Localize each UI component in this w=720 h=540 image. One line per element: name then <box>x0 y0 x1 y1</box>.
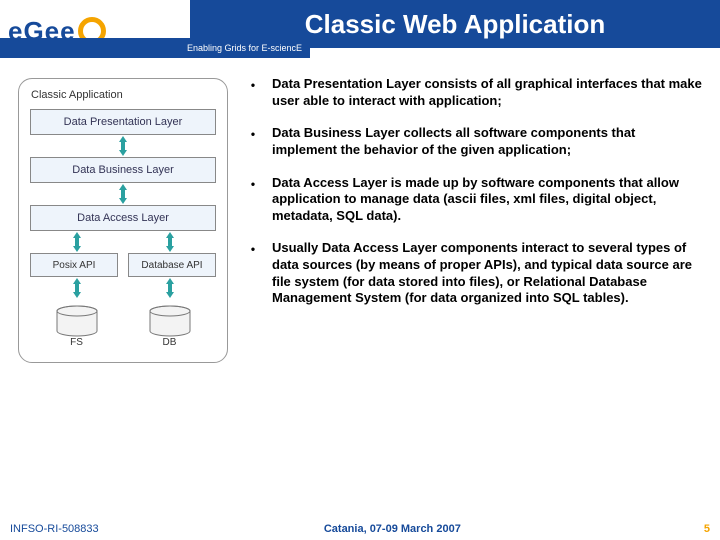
content-area: Classic Application Data Presentation La… <box>0 68 720 514</box>
bullet-text: Data Presentation Layer consists of all … <box>272 76 702 109</box>
list-item: • Usually Data Access Layer components in… <box>248 240 702 307</box>
list-item: • Data Presentation Layer consists of all… <box>248 76 702 109</box>
diagram-title: Classic Application <box>31 89 217 101</box>
footer-left: INFSO-RI-508833 <box>10 523 99 535</box>
datastore-row: FS DB <box>30 305 216 348</box>
footer-center: Catania, 07-09 March 2007 <box>324 523 461 535</box>
list-item: • Data Access Layer is made up by softwar… <box>248 175 702 225</box>
bullet-text: Usually Data Access Layer components int… <box>272 240 702 307</box>
tagline: Enabling Grids for E-sciencE <box>0 38 310 58</box>
layer-access: Data Access Layer <box>30 205 216 231</box>
bullet-icon: • <box>248 242 258 257</box>
api-row: Posix API Database API <box>30 253 216 277</box>
footer-bar: INFSO-RI-508833 Catania, 07-09 March 200… <box>0 518 720 540</box>
page-number: 5 <box>686 523 710 535</box>
list-item: • Data Business Layer collects all softwa… <box>248 125 702 158</box>
bullet-list: • Data Presentation Layer consists of all… <box>248 76 702 307</box>
db-cylinder: DB <box>147 305 193 348</box>
diagram-column: Classic Application Data Presentation La… <box>0 68 240 514</box>
arrow-icon <box>29 183 217 205</box>
layer-business: Data Business Layer <box>30 157 216 183</box>
header-bar: eGee Classic Web Application Enabling Gr… <box>0 0 720 62</box>
fs-cylinder: FS <box>54 305 100 348</box>
bullet-icon: • <box>248 127 258 142</box>
bullet-icon: • <box>248 177 258 192</box>
posix-api-box: Posix API <box>30 253 118 277</box>
bullet-text: Data Access Layer is made up by software… <box>272 175 702 225</box>
bullet-icon: • <box>248 78 258 93</box>
bullets-column: • Data Presentation Layer consists of all… <box>240 68 720 514</box>
classic-app-diagram: Classic Application Data Presentation La… <box>18 78 228 363</box>
arrow-row <box>30 277 216 299</box>
layer-presentation: Data Presentation Layer <box>30 109 216 135</box>
bullet-text: Data Business Layer collects all softwar… <box>272 125 702 158</box>
database-api-box: Database API <box>128 253 216 277</box>
arrow-row <box>30 231 216 253</box>
arrow-icon <box>29 135 217 157</box>
